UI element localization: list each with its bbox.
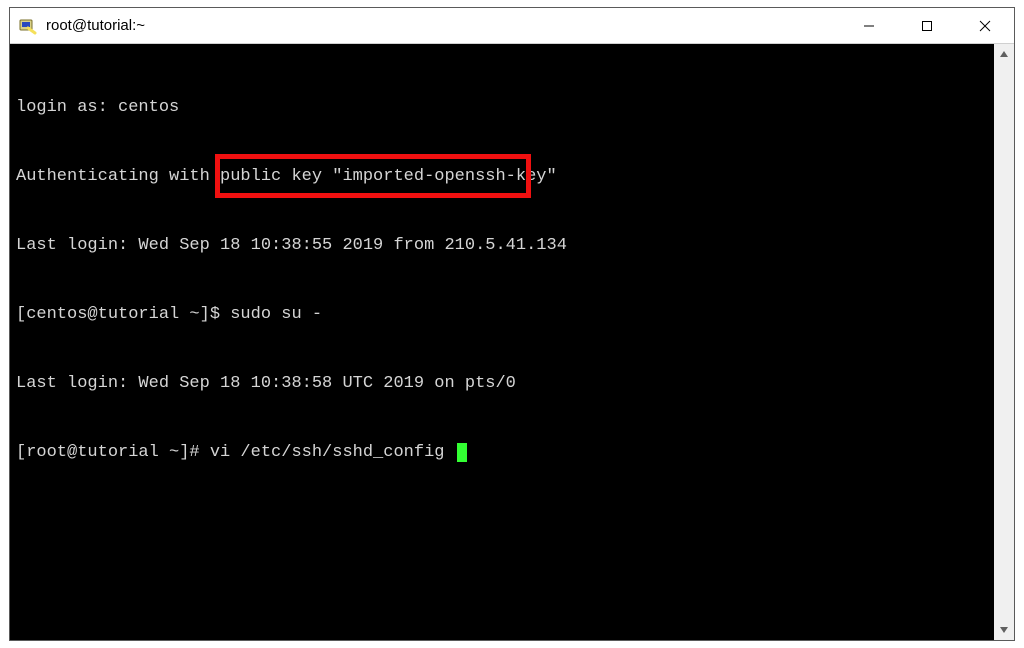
scroll-down-icon[interactable] [994,620,1014,640]
putty-window: root@tutorial:~ login as: centos Authent… [9,7,1015,641]
terminal[interactable]: login as: centos Authenticating with pub… [10,44,994,640]
terminal-line: Authenticating with public key "imported… [16,165,988,188]
scrollbar[interactable] [994,44,1014,640]
terminal-line: Last login: Wed Sep 18 10:38:55 2019 fro… [16,234,988,257]
close-button[interactable] [956,8,1014,43]
scroll-up-icon[interactable] [994,44,1014,64]
titlebar[interactable]: root@tutorial:~ [10,8,1014,44]
minimize-button[interactable] [840,8,898,43]
window-controls [840,8,1014,43]
terminal-line: login as: centos [16,96,988,119]
terminal-line: [centos@tutorial ~]$ sudo su - [16,303,988,326]
window-title: root@tutorial:~ [46,17,840,34]
maximize-button[interactable] [898,8,956,43]
terminal-line: [root@tutorial ~]# vi /etc/ssh/sshd_conf… [16,441,988,464]
terminal-cursor [457,443,467,462]
terminal-line: Last login: Wed Sep 18 10:38:58 UTC 2019… [16,372,988,395]
putty-icon [18,16,38,36]
client-area: login as: centos Authenticating with pub… [10,44,1014,640]
